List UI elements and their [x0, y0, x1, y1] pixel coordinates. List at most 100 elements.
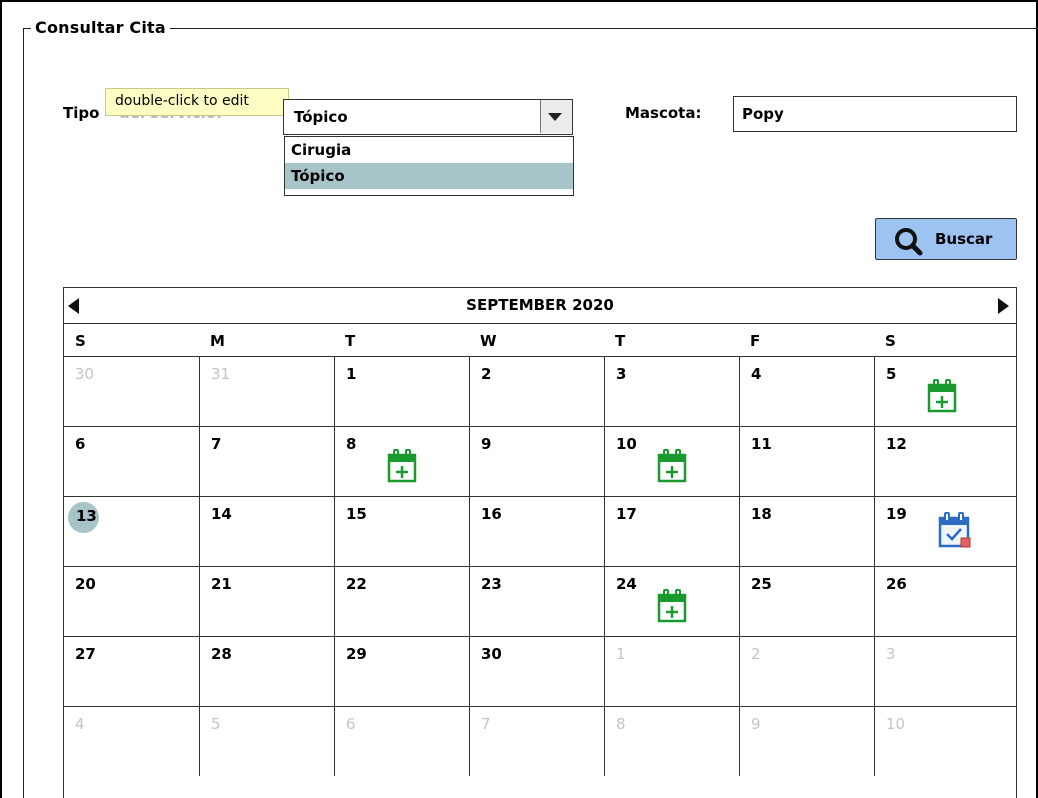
tipo-label: Tipo	[63, 104, 100, 122]
mascota-input[interactable]: Popy	[733, 96, 1017, 132]
day-number: 4	[75, 715, 85, 733]
day-number: 8	[616, 715, 626, 733]
day-number: 7	[481, 715, 491, 733]
day-number: 26	[886, 575, 907, 593]
calendar-day-cell[interactable]: 27	[64, 636, 199, 706]
day-number: 1	[616, 645, 626, 663]
calendar-day-cell[interactable]: 25	[739, 566, 874, 636]
calendar-month-title: SEPTEMBER 2020	[466, 296, 614, 314]
day-number: 13	[76, 507, 97, 525]
calendar-day-cell[interactable]: 3	[604, 356, 739, 426]
calendar-day-cell[interactable]: 28	[199, 636, 334, 706]
calendar-booked-icon[interactable]	[937, 511, 973, 553]
calendar-day-cell[interactable]: 7	[199, 426, 334, 496]
calendar-day-cell[interactable]: 6	[64, 426, 199, 496]
calendar-day-cell[interactable]: 5	[874, 356, 1016, 426]
calendar-add-icon[interactable]	[925, 377, 961, 419]
day-number: 9	[751, 715, 761, 733]
calendar-day-cell[interactable]: 6	[334, 706, 469, 776]
buscar-button[interactable]: Buscar	[875, 218, 1017, 260]
calendar-day-cell[interactable]: 20	[64, 566, 199, 636]
day-number: 2	[751, 645, 761, 663]
calendar-day-cell[interactable]: 7	[469, 706, 604, 776]
buscar-label: Buscar	[935, 230, 993, 248]
day-number: 10	[616, 435, 637, 453]
day-number: 10	[886, 715, 906, 733]
day-number: 19	[886, 505, 907, 523]
calendar-day-cell[interactable]: 26	[874, 566, 1016, 636]
search-icon	[895, 228, 923, 256]
day-number: 15	[346, 505, 367, 523]
mascota-label: Mascota:	[625, 104, 702, 122]
calendar-day-cell[interactable]: 2	[469, 356, 604, 426]
calendar-day-cell[interactable]: 9	[739, 706, 874, 776]
day-number: 14	[211, 505, 232, 523]
day-number: 29	[346, 645, 367, 663]
day-number: 16	[481, 505, 502, 523]
day-number: 7	[211, 435, 222, 453]
calendar-day-cell[interactable]: 9	[469, 426, 604, 496]
weekday-label: T	[345, 332, 356, 350]
day-number: 17	[616, 505, 637, 523]
calendar-day-cell[interactable]: 13	[64, 496, 199, 566]
calendar-day-cell[interactable]: 10	[874, 706, 1016, 776]
calendar-day-cell[interactable]: 10	[604, 426, 739, 496]
calendar-day-cell[interactable]: 11	[739, 426, 874, 496]
calendar-day-cell[interactable]: 31	[199, 356, 334, 426]
calendar-day-cell[interactable]: 4	[739, 356, 874, 426]
day-number: 23	[481, 575, 502, 593]
day-number: 18	[751, 505, 772, 523]
calendar-day-cell[interactable]: 30	[469, 636, 604, 706]
calendar-day-cell[interactable]: 16	[469, 496, 604, 566]
day-number: 8	[346, 435, 357, 453]
calendar-day-cell[interactable]: 1	[604, 636, 739, 706]
calendar-day-cell[interactable]: 8	[334, 426, 469, 496]
calendar-add-icon[interactable]	[385, 447, 421, 489]
weekday-label: S	[885, 332, 896, 350]
calendar-day-cell[interactable]: 1	[334, 356, 469, 426]
calendar-day-cell[interactable]: 8	[604, 706, 739, 776]
calendar-day-cell[interactable]: 3	[874, 636, 1016, 706]
day-number: 25	[751, 575, 772, 593]
calendar-day-cell[interactable]: 22	[334, 566, 469, 636]
calendar-add-icon[interactable]	[655, 587, 691, 629]
calendar-day-cell[interactable]: 2	[739, 636, 874, 706]
tipo-servicio-options: Cirugia Tópico	[284, 136, 574, 196]
calendar-day-cell[interactable]: 17	[604, 496, 739, 566]
day-number: 28	[211, 645, 232, 663]
day-number: 20	[75, 575, 96, 593]
calendar-day-cell[interactable]: 18	[739, 496, 874, 566]
day-number: 6	[346, 715, 356, 733]
weekday-label: T	[615, 332, 626, 350]
calendar-day-cell[interactable]: 14	[199, 496, 334, 566]
day-number: 12	[886, 435, 907, 453]
tipo-servicio-select[interactable]: Tópico	[283, 99, 573, 135]
calendar-add-icon[interactable]	[655, 447, 691, 489]
day-number: 30	[75, 365, 95, 383]
day-number: 22	[346, 575, 367, 593]
calendar-day-cell[interactable]: 21	[199, 566, 334, 636]
calendar-day-cell[interactable]: 29	[334, 636, 469, 706]
calendar-day-cell[interactable]: 19	[874, 496, 1016, 566]
day-number: 3	[886, 645, 896, 663]
calendar-day-cell[interactable]: 5	[199, 706, 334, 776]
calendar-day-cell[interactable]: 15	[334, 496, 469, 566]
calendar-day-cell[interactable]: 12	[874, 426, 1016, 496]
calendar-day-cell[interactable]: 24	[604, 566, 739, 636]
day-number: 5	[211, 715, 221, 733]
day-number: 4	[751, 365, 762, 383]
option-topico[interactable]: Tópico	[285, 163, 573, 189]
dropdown-toggle[interactable]	[540, 100, 572, 133]
chevron-down-icon	[548, 113, 562, 121]
weekday-header-row: SMTWTFS	[64, 323, 1016, 356]
next-month-icon[interactable]	[998, 298, 1009, 314]
calendar-day-cell[interactable]: 23	[469, 566, 604, 636]
calendar-day-cell[interactable]: 4	[64, 706, 199, 776]
day-number: 3	[616, 365, 627, 383]
day-number: 24	[616, 575, 637, 593]
option-cirugia[interactable]: Cirugia	[285, 137, 573, 163]
tipo-servicio-value: Tópico	[294, 108, 348, 126]
calendar-day-cell[interactable]: 30	[64, 356, 199, 426]
day-number: 21	[211, 575, 232, 593]
weekday-label: W	[480, 332, 497, 350]
